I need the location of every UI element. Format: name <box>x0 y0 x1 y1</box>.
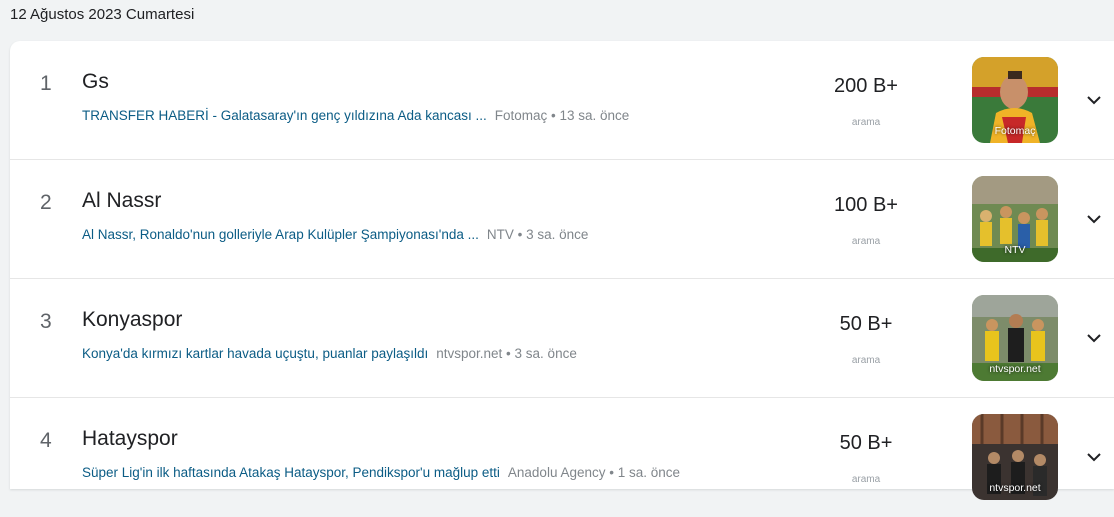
trend-rank: 4 <box>40 429 52 452</box>
news-thumbnail[interactable]: Fotomaç <box>972 57 1058 143</box>
search-count: 200 B+ <box>834 75 898 97</box>
trend-news: Konya'da kırmızı kartlar havada uçuştu, … <box>82 346 577 361</box>
trend-rank: 3 <box>40 310 52 333</box>
news-thumbnail[interactable]: ntvspor.net <box>972 295 1058 381</box>
thumbnail-source: ntvspor.net <box>989 363 1041 375</box>
trend-rank: 1 <box>40 72 52 95</box>
trend-news: Süper Lig'in ilk haftasında Atakaş Hatay… <box>82 465 680 480</box>
trend-news: Al Nassr, Ronaldo'nun golleriyle Arap Ku… <box>82 227 588 242</box>
chevron-down-icon[interactable] <box>1084 328 1104 348</box>
chevron-down-icon[interactable] <box>1084 209 1104 229</box>
news-link[interactable]: TRANSFER HABERİ - Galatasaray'ın genç yı… <box>82 108 487 123</box>
news-link[interactable]: Konya'da kırmızı kartlar havada uçuştu, … <box>82 346 428 361</box>
trend-row[interactable]: 2 Al Nassr Al Nassr, Ronaldo'nun golleri… <box>10 160 1114 279</box>
search-count: 50 B+ <box>839 313 893 335</box>
news-thumbnail[interactable]: NTV <box>972 176 1058 262</box>
search-count-label: arama <box>851 355 881 366</box>
search-count-label: arama <box>851 474 881 485</box>
news-link[interactable]: Al Nassr, Ronaldo'nun golleriyle Arap Ku… <box>82 227 479 242</box>
trends-list: 1 Gs TRANSFER HABERİ - Galatasaray'ın ge… <box>10 41 1114 500</box>
trend-title[interactable]: Konyaspor <box>82 308 182 332</box>
trend-row[interactable]: 1 Gs TRANSFER HABERİ - Galatasaray'ın ge… <box>10 41 1114 160</box>
search-count-label: arama <box>851 236 881 247</box>
trend-news: TRANSFER HABERİ - Galatasaray'ın genç yı… <box>82 108 629 123</box>
thumbnail-source: NTV <box>1004 244 1026 256</box>
trend-title[interactable]: Gs <box>82 70 109 94</box>
news-source-meta: Fotomaç • 13 sa. önce <box>494 108 630 123</box>
news-link[interactable]: Süper Lig'in ilk haftasında Atakaş Hatay… <box>82 465 500 480</box>
trend-rank: 2 <box>40 191 52 214</box>
news-source-meta: NTV • 3 sa. önce <box>486 227 589 242</box>
chevron-down-icon[interactable] <box>1084 447 1104 467</box>
thumbnail-source: ntvspor.net <box>989 482 1041 494</box>
news-source-meta: Anadolu Agency • 1 sa. önce <box>507 465 681 480</box>
trend-row[interactable]: 4 Hatayspor Süper Lig'in ilk haftasında … <box>10 398 1114 517</box>
search-count: 50 B+ <box>839 432 893 454</box>
trend-title[interactable]: Hatayspor <box>82 427 178 451</box>
trend-title[interactable]: Al Nassr <box>82 189 161 213</box>
thumbnail-source: Fotomaç <box>994 125 1036 137</box>
search-count: 100 B+ <box>834 194 898 216</box>
news-thumbnail[interactable]: ntvspor.net <box>972 414 1058 500</box>
search-count-label: arama <box>851 117 881 128</box>
chevron-down-icon[interactable] <box>1084 90 1104 110</box>
trend-row[interactable]: 3 Konyaspor Konya'da kırmızı kartlar hav… <box>10 279 1114 398</box>
news-source-meta: ntvspor.net • 3 sa. önce <box>436 346 577 361</box>
date-header: 12 Ağustos 2023 Cumartesi <box>10 6 195 23</box>
